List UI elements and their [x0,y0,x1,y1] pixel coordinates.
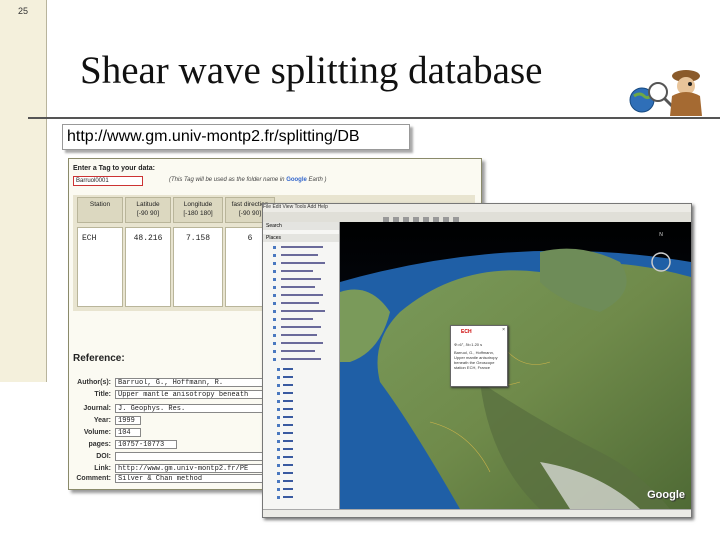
url-box[interactable]: http://www.gm.univ-montp2.fr/splitting/D… [62,124,410,150]
database-url[interactable]: http://www.gm.univ-montp2.fr/splitting/D… [67,128,360,146]
slide-number: 25 [18,6,29,16]
column-header-station: Station [77,197,123,223]
places-panel: Search Places [263,222,340,509]
author-field[interactable]: Barruol, G., Hoffmann, R. [115,378,265,387]
pages-label: pages: [88,441,111,448]
cell-station[interactable]: ECH [77,227,123,307]
column-header-longitude: Longitude [-180 180] [173,197,223,223]
journal-label: Journal: [83,405,111,412]
slide-title: Shear wave splitting database [80,49,543,92]
close-icon[interactable]: × [502,327,505,333]
journal-field[interactable]: J. Geophys. Res. [115,404,265,413]
google-earth-window: File Edit View Tools Add Help Search Pla… [262,203,692,518]
popup-text: Φ=6°, δt=1.20 s Barruol, G., Hoffmann, U… [454,342,498,370]
year-label: Year: [93,417,111,424]
tag-input[interactable]: Barruol0001 [73,176,143,186]
cell-latitude[interactable]: 48.216 [125,227,171,307]
pages-field[interactable]: 10757-10773 [115,440,177,449]
google-logo: Google [647,489,685,501]
search-tab[interactable]: Search [263,222,339,230]
tag-note: (This Tag will be used as the folder nam… [169,177,327,183]
cell-longitude[interactable]: 7.158 [173,227,223,307]
svg-text:N: N [659,232,663,238]
earth-globe-image[interactable]: N [340,222,691,509]
link-label: Link: [94,465,111,472]
detective-globe-icon [629,70,702,116]
tag-label: Enter a Tag to your data: [73,165,155,172]
places-tree[interactable] [263,242,339,509]
comment-label: Comment: [76,475,111,482]
volume-label: Volume: [83,429,111,436]
author-label: Author(s): [77,379,111,386]
slide-left-bar [0,0,47,382]
earth-map-view[interactable]: N ECH × Φ=6°, δt=1.20 s Barruol, G., Hof… [340,222,691,509]
link-field[interactable]: http://www.gm.univ-montp2.fr/PE [115,464,265,473]
doi-field[interactable] [115,452,265,461]
status-bar [263,509,691,517]
popup-station: ECH [461,329,472,335]
doi-label: DOI: [96,453,111,460]
menu-bar[interactable]: File Edit View Tools Add Help [263,204,691,212]
column-header-latitude: Latitude [-90 90] [125,197,171,223]
title-divider [28,117,720,119]
title-field[interactable]: Upper mantle anisotropy beneath [115,390,265,399]
comment-field[interactable]: Silver & Chan method [115,474,265,483]
places-tab[interactable]: Places [263,234,339,242]
year-field[interactable]: 1999 [115,416,141,425]
station-popup[interactable]: ECH × Φ=6°, δt=1.20 s Barruol, G., Hoffm… [450,325,508,387]
title-label: Title: [94,391,111,398]
volume-field[interactable]: 104 [115,428,141,437]
reference-heading: Reference: [73,353,125,364]
